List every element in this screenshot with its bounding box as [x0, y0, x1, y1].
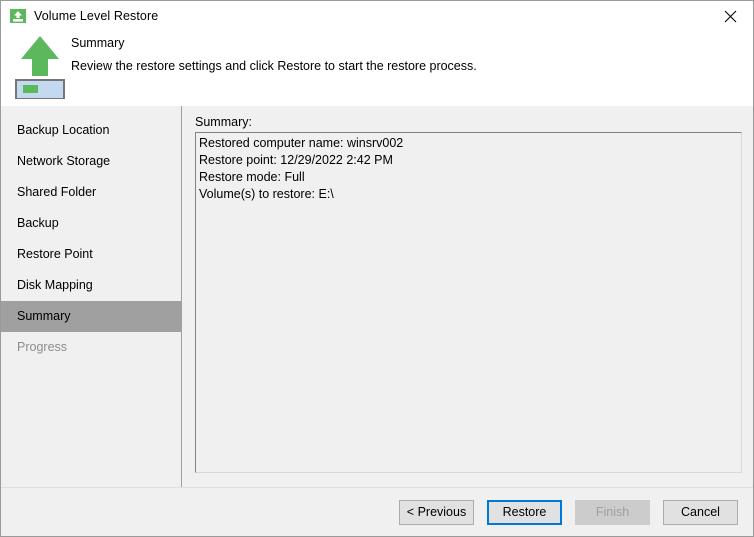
summary-textbox[interactable]: Restored computer name: winsrv002 Restor…	[195, 132, 742, 473]
dialog-body: Backup Location Network Storage Shared F…	[1, 106, 753, 487]
cancel-button[interactable]: Cancel	[663, 499, 738, 525]
summary-line: Restored computer name: winsrv002	[199, 136, 404, 150]
content-pane: Summary: Restored computer name: winsrv0…	[182, 106, 753, 487]
volume-restore-icon	[10, 8, 26, 24]
summary-line: Volume(s) to restore: E:\	[199, 187, 334, 201]
close-button[interactable]	[707, 1, 753, 31]
header-banner: Summary Review the restore settings and …	[1, 31, 753, 106]
finish-button: Finish	[575, 499, 650, 525]
sidebar-item-shared-folder[interactable]: Shared Folder	[1, 177, 181, 208]
sidebar-item-restore-point[interactable]: Restore Point	[1, 239, 181, 270]
summary-label: Summary:	[195, 115, 252, 129]
sidebar-item-backup[interactable]: Backup	[1, 208, 181, 239]
sidebar-item-backup-location[interactable]: Backup Location	[1, 115, 181, 146]
volume-level-restore-dialog: Volume Level Restore Summary Review the …	[0, 0, 754, 537]
sidebar-item-summary[interactable]: Summary	[1, 301, 181, 332]
page-subtitle: Review the restore settings and click Re…	[71, 59, 477, 73]
page-title: Summary	[71, 36, 125, 50]
summary-line: Restore mode: Full	[199, 170, 305, 184]
sidebar-item-progress: Progress	[17, 340, 68, 354]
restore-button[interactable]: Restore	[487, 499, 562, 525]
wizard-step-sidebar: Backup Location Network Storage Shared F…	[1, 106, 182, 487]
summary-line: Restore point: 12/29/2022 2:42 PM	[199, 153, 393, 167]
green-up-arrow-volume-icon	[15, 31, 65, 100]
window-title: Volume Level Restore	[34, 9, 159, 23]
previous-button[interactable]: < Previous	[399, 499, 474, 525]
header-text-area: Summary Review the restore settings and …	[71, 31, 477, 106]
sidebar-item-disk-mapping[interactable]: Disk Mapping	[1, 270, 181, 301]
sidebar-item-network-storage[interactable]: Network Storage	[1, 146, 181, 177]
button-bar: < Previous Restore Finish Cancel	[1, 487, 753, 536]
header-icon-area	[1, 31, 71, 106]
title-bar: Volume Level Restore	[1, 1, 753, 31]
